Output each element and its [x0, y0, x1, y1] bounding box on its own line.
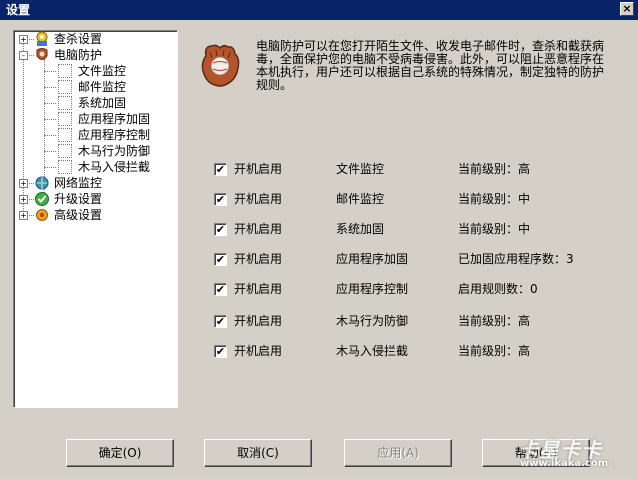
title-bar: 设置 ×	[0, 0, 638, 20]
ok-button[interactable]: 确定(O)	[66, 439, 174, 467]
module-name: 邮件监控	[336, 192, 385, 206]
page-icon	[58, 128, 72, 142]
tree-child-trojan-intrusion[interactable]: 木马入侵拦截	[44, 159, 174, 175]
tree-child-app-control[interactable]: 应用程序控制	[44, 127, 174, 143]
setting-row-trojan-behavior: ✔ 开机启用 木马行为防御 当前级别：高	[214, 312, 574, 330]
module-status: 当前级别：高	[458, 344, 531, 358]
startup-checkbox[interactable]: ✔	[214, 223, 227, 236]
tree-child-mail-monitor[interactable]: 邮件监控	[44, 79, 174, 95]
page-icon	[58, 112, 72, 126]
tree-item-advanced-settings[interactable]: + 高级设置	[14, 207, 174, 223]
protection-description: 电脑防护可以在您打开陌生文件、收发电子邮件时，查杀和截获病毒，全面保护您的电脑不…	[256, 39, 605, 92]
startup-label[interactable]: 开机启用	[234, 160, 282, 178]
setting-row-system-hardening: ✔ 开机启用 系统加固 当前级别：中	[214, 220, 574, 238]
startup-checkbox[interactable]: ✔	[214, 163, 227, 176]
startup-label[interactable]: 开机启用	[234, 342, 282, 360]
tree-child-system-hardening[interactable]: 系统加固	[44, 95, 174, 111]
page-icon	[58, 96, 72, 110]
tree-item-label: 高级设置	[54, 208, 103, 222]
page-icon	[58, 160, 72, 174]
startup-label[interactable]: 开机启用	[234, 280, 282, 298]
scan-shield-icon	[36, 31, 48, 46]
tree-item-label: 应用程序控制	[78, 127, 151, 143]
apply-button[interactable]: 应用(A)	[344, 439, 452, 467]
settings-window: 设置 × + 查杀设置 - 电脑防护 文件监控 邮件监控 系统加固 应用程序加固…	[0, 0, 638, 479]
page-icon	[58, 64, 72, 78]
module-status: 当前级别：高	[458, 162, 531, 176]
module-status: 当前级别：高	[458, 314, 531, 328]
tree-item-network-monitor[interactable]: + 网络监控	[14, 175, 174, 191]
baseball-glove-icon	[201, 44, 240, 87]
startup-checkbox[interactable]: ✔	[214, 345, 227, 358]
advanced-gear-icon	[36, 209, 48, 221]
page-icon	[58, 144, 72, 158]
setting-row-app-control: ✔ 开机启用 应用程序控制 启用规则数：0	[214, 280, 574, 298]
startup-checkbox[interactable]: ✔	[214, 193, 227, 206]
tree-item-label: 网络监控	[54, 176, 103, 190]
watermark-url: www.ikaka.com	[520, 458, 609, 469]
tree-item-label: 电脑防护	[54, 48, 103, 62]
close-button[interactable]: ×	[620, 2, 634, 16]
module-name: 应用程序控制	[336, 282, 409, 296]
cancel-button[interactable]: 取消(C)	[204, 439, 312, 467]
expand-icon[interactable]: +	[19, 35, 28, 44]
module-name: 木马行为防御	[336, 314, 409, 328]
startup-label[interactable]: 开机启用	[234, 312, 282, 330]
setting-row-file-monitor: ✔ 开机启用 文件监控 当前级别：高	[214, 160, 574, 178]
settings-tree[interactable]: + 查杀设置 - 电脑防护 文件监控 邮件监控 系统加固 应用程序加固 应用程序…	[13, 30, 178, 408]
page-icon	[58, 80, 72, 94]
network-globe-icon	[35, 176, 49, 190]
expand-icon[interactable]: +	[19, 195, 28, 204]
module-status: 启用规则数：0	[458, 282, 538, 296]
module-name: 应用程序加固	[336, 252, 409, 266]
module-name: 系统加固	[336, 222, 385, 236]
startup-label[interactable]: 开机启用	[234, 250, 282, 268]
window-title: 设置	[6, 3, 31, 17]
setting-row-mail-monitor: ✔ 开机启用 邮件监控 当前级别：中	[214, 190, 574, 208]
close-icon: ×	[622, 2, 632, 15]
startup-label[interactable]: 开机启用	[234, 190, 282, 208]
tree-child-app-hardening[interactable]: 应用程序加固	[44, 111, 174, 127]
module-name: 文件监控	[336, 162, 385, 176]
tree-item-label: 木马行为防御	[78, 143, 151, 159]
tree-item-label: 查杀设置	[54, 32, 103, 46]
startup-checkbox[interactable]: ✔	[214, 253, 227, 266]
startup-checkbox[interactable]: ✔	[214, 315, 227, 328]
module-name: 木马入侵拦截	[336, 344, 409, 358]
startup-checkbox[interactable]: ✔	[214, 283, 227, 296]
tree-item-pc-protection[interactable]: - 电脑防护	[14, 47, 174, 63]
glove-shield-icon	[36, 48, 48, 60]
setting-row-trojan-intrusion: ✔ 开机启用 木马入侵拦截 当前级别：高	[214, 342, 574, 360]
tree-item-upgrade-settings[interactable]: + 升级设置	[14, 191, 174, 207]
tree-child-trojan-behavior[interactable]: 木马行为防御	[44, 143, 174, 159]
expand-icon[interactable]: +	[19, 211, 28, 220]
tree-child-file-monitor[interactable]: 文件监控	[44, 63, 174, 79]
tree-item-label: 应用程序加固	[78, 111, 151, 127]
tree-item-label: 邮件监控	[78, 79, 127, 95]
upgrade-check-icon	[35, 192, 49, 206]
module-status: 已加固应用程序数：3	[458, 252, 574, 266]
module-status: 当前级别：中	[458, 222, 531, 236]
expand-icon[interactable]: +	[19, 179, 28, 188]
tree-item-label: 系统加固	[78, 95, 127, 111]
startup-label[interactable]: 开机启用	[234, 220, 282, 238]
tree-item-label: 升级设置	[54, 192, 103, 206]
tree-item-label: 文件监控	[78, 63, 127, 79]
setting-row-app-hardening: ✔ 开机启用 应用程序加固 已加固应用程序数：3	[214, 250, 584, 268]
tree-item-label: 木马入侵拦截	[78, 159, 151, 175]
tree-item-scan-settings[interactable]: + 查杀设置	[14, 31, 174, 47]
module-status: 当前级别：中	[458, 192, 531, 206]
collapse-icon[interactable]: -	[19, 51, 28, 60]
